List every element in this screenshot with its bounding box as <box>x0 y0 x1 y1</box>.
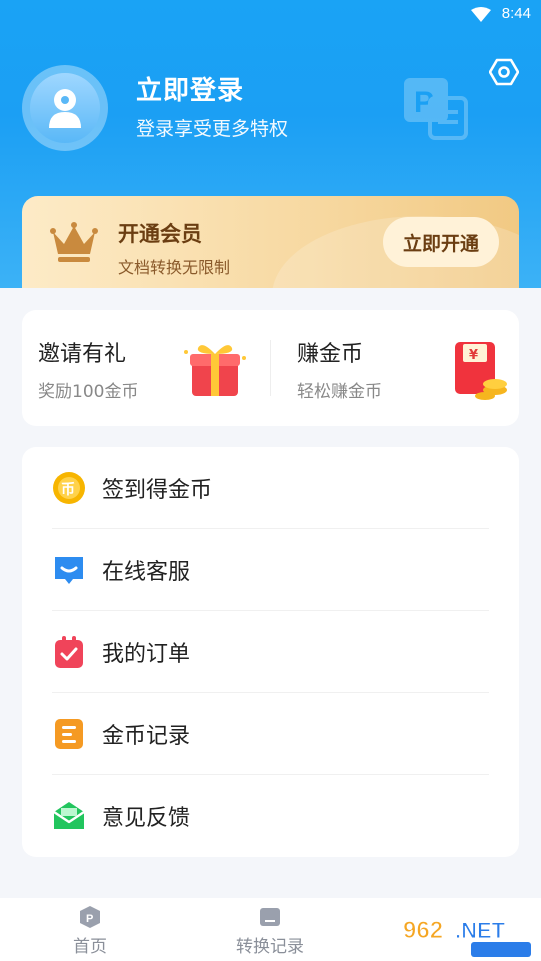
rewards-card: 邀请有礼 奖励100金币 赚金币 轻松赚金币 ¥ <box>22 310 519 426</box>
svg-text:P: P <box>86 913 93 925</box>
vip-banner[interactable]: 开通会员 文档转换无限制 立即开通 <box>22 196 519 288</box>
red-packet-icon: ¥ <box>455 342 507 400</box>
svg-text:¥: ¥ <box>469 348 478 363</box>
chat-icon <box>55 557 83 584</box>
crown-icon <box>50 222 98 262</box>
invite-reward[interactable]: 邀请有礼 奖励100金币 <box>22 310 270 426</box>
settings-icon[interactable] <box>489 57 519 87</box>
tab-home[interactable]: P 首页 <box>0 898 180 961</box>
menu-item-feedback[interactable]: 意见反馈 <box>22 775 519 857</box>
home-doc-icon: P <box>80 906 100 928</box>
menu-label-orders: 我的订单 <box>102 642 191 667</box>
earn-subtitle: 轻松赚金币 <box>297 382 382 402</box>
svg-text:币: 币 <box>61 482 75 498</box>
tab-records-label: 转换记录 <box>236 937 304 957</box>
login-subtitle: 登录享受更多特权 <box>136 118 289 140</box>
vip-title: 开通会员 <box>118 222 202 246</box>
invite-title: 邀请有礼 <box>38 342 127 367</box>
gift-icon <box>184 345 246 396</box>
menu-label-checkin: 签到得金币 <box>102 478 213 503</box>
menu-item-orders[interactable]: 我的订单 <box>22 611 519 693</box>
menu-card: 币 签到得金币 在线客服 我的订单 金币记录 意见反馈 <box>22 447 519 857</box>
list-icon <box>55 719 83 749</box>
menu-item-support[interactable]: 在线客服 <box>22 529 519 611</box>
tab-records[interactable]: 转换记录 <box>180 898 360 961</box>
earn-coins-reward[interactable]: 赚金币 轻松赚金币 ¥ <box>281 310 529 426</box>
menu-label-coin-records: 金币记录 <box>102 724 191 749</box>
user-avatar-icon <box>30 73 100 143</box>
profile-header: 8:44 立即登录 登录享受更多特权 P 开通会员 文档转换无限制 立即开通 <box>0 0 541 288</box>
vip-subtitle: 文档转换无限制 <box>118 258 231 277</box>
login-title[interactable]: 立即登录 <box>136 70 244 107</box>
wifi-icon <box>471 7 491 22</box>
invite-subtitle: 奖励100金币 <box>38 382 139 402</box>
menu-label-support: 在线客服 <box>102 560 191 585</box>
doc-p-decoration-icon: P <box>404 78 468 140</box>
coin-icon: 币 <box>53 472 85 504</box>
tab-home-label: 首页 <box>73 937 107 957</box>
svg-text:962: 962 <box>403 917 443 944</box>
status-bar: 8:44 <box>0 0 541 30</box>
menu-label-feedback: 意见反馈 <box>102 806 191 831</box>
mail-icon <box>53 802 85 829</box>
open-vip-button[interactable]: 立即开通 <box>383 217 499 267</box>
folder-icon <box>260 908 280 926</box>
earn-title: 赚金币 <box>297 342 364 367</box>
svg-text:.NET: .NET <box>455 918 506 943</box>
status-time: 8:44 <box>501 5 531 22</box>
menu-item-checkin[interactable]: 币 签到得金币 <box>22 447 519 529</box>
menu-item-coin-records[interactable]: 金币记录 <box>22 693 519 775</box>
clipboard-check-icon <box>55 636 83 668</box>
avatar[interactable] <box>22 65 108 151</box>
rewards-divider <box>270 340 271 396</box>
site-watermark-logo: 962 .NET <box>403 917 531 957</box>
